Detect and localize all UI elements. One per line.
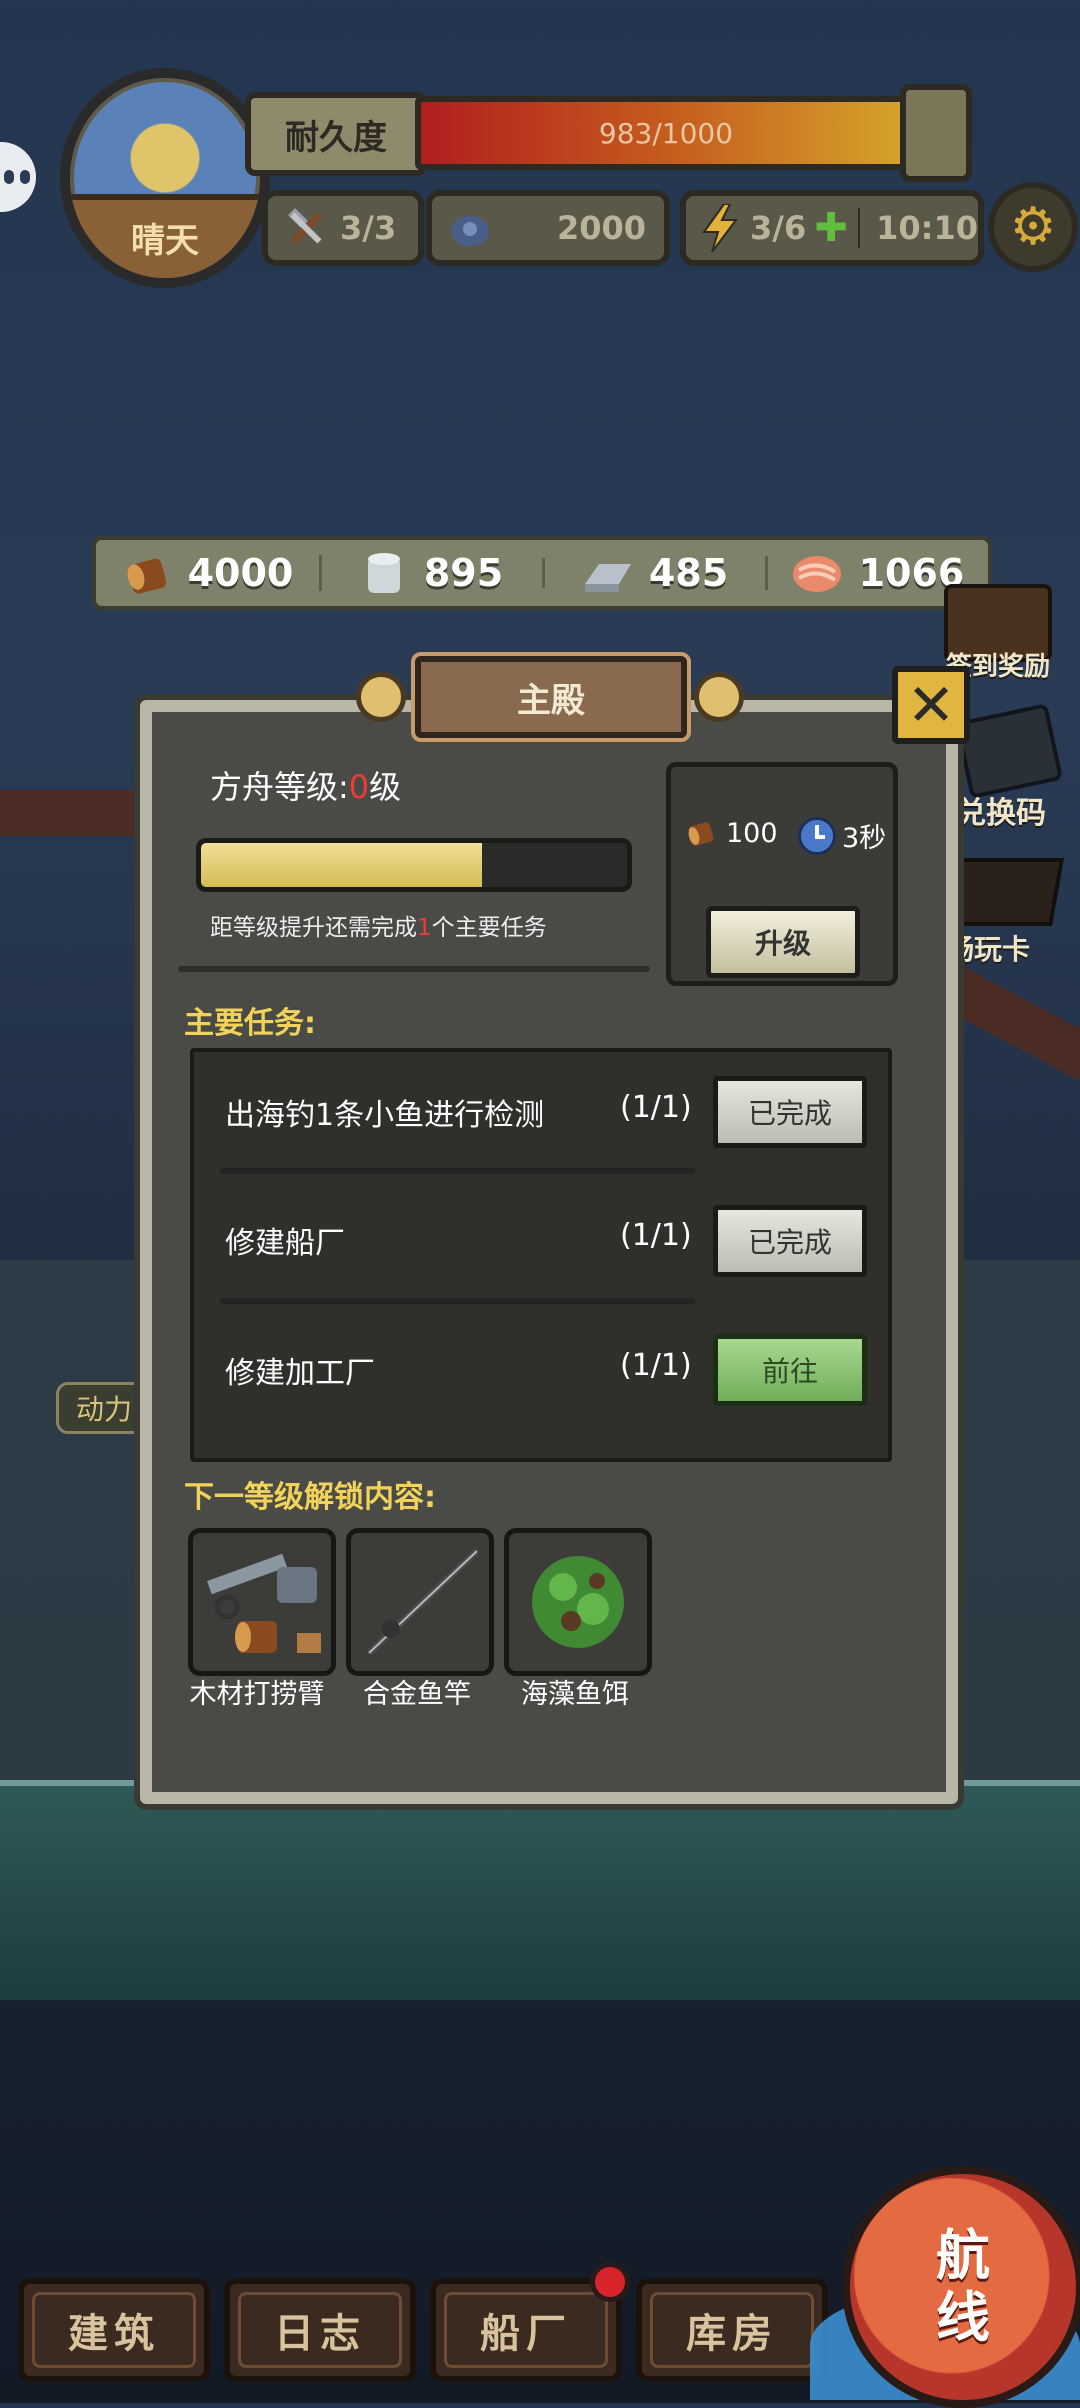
resource-wood-value: 4000	[187, 551, 294, 595]
wood-log-icon	[688, 822, 714, 846]
hint-prefix: 距等级提升还需完成	[210, 915, 417, 941]
unlock-title: 下一等级解锁内容:	[184, 1480, 436, 1515]
title-knob-left	[356, 672, 406, 722]
resource-iron-value: 485	[648, 551, 729, 595]
resource-iron: 485	[542, 550, 765, 596]
upgrade-button[interactable]: 升级	[706, 906, 860, 978]
coin-stat: 2000	[426, 190, 670, 266]
chat-icon[interactable]	[0, 142, 36, 212]
weather-dial[interactable]: 晴天	[60, 68, 270, 288]
fish-meat-icon	[792, 556, 841, 592]
redeem-code-label[interactable]: 兑换码	[956, 788, 1046, 832]
level-progress-fill	[201, 843, 483, 887]
task-separator	[220, 1168, 695, 1174]
task-3-count: (1/1)	[620, 1348, 692, 1383]
seaweed-bait-icon[interactable]	[504, 1528, 652, 1676]
panel-title: 主殿	[411, 652, 691, 742]
task-1-completed-button[interactable]: 已完成	[713, 1076, 867, 1148]
main-tasks-title: 主要任务:	[184, 1006, 316, 1041]
sail-route-button[interactable]: 航 线	[842, 2166, 1080, 2408]
iron-ingot-icon	[584, 564, 631, 592]
energy-count: 3/6	[750, 209, 807, 247]
pass-card-icon[interactable]	[944, 858, 1064, 926]
play-pass-label[interactable]: 畅玩卡	[946, 928, 1030, 968]
nav-build-button[interactable]: 建筑	[18, 2278, 210, 2382]
hint-suffix: 个主要任务	[431, 915, 547, 941]
power-label[interactable]: 动力	[56, 1382, 152, 1434]
task-3-go-button[interactable]: 前往	[713, 1334, 867, 1406]
panel-divider	[178, 966, 650, 972]
hammer-count: 3/3	[340, 209, 397, 247]
energy-timer: 10:10	[876, 209, 978, 247]
clock-icon	[798, 816, 836, 855]
unlock-1-label: 木材打捞臂	[189, 1679, 325, 1710]
upgrade-time: 3秒	[798, 816, 886, 855]
resource-plank: 895	[319, 547, 542, 599]
ark-level-value: 0	[348, 768, 370, 806]
ship-beam	[0, 790, 150, 836]
sail-label-2: 线	[936, 2286, 990, 2349]
coin-count: 2000	[556, 209, 646, 247]
energy-divider	[857, 208, 861, 248]
energy-stat: 3/6 ✚ 10:10	[680, 190, 984, 266]
upgrade-time-value: 3秒	[842, 823, 887, 854]
resource-plank-value: 895	[423, 551, 504, 595]
task-2-name: 修建船厂	[225, 1226, 345, 1261]
coin-bag-icon	[446, 204, 494, 252]
task-2-count: (1/1)	[620, 1218, 692, 1253]
wood-log-icon	[127, 558, 166, 594]
task-2-completed-button[interactable]: 已完成	[713, 1205, 867, 1277]
settings-gear-icon[interactable]: ⚙	[988, 182, 1078, 272]
title-knob-right	[694, 672, 744, 722]
wood-plank-icon	[367, 553, 400, 593]
durability-bar-cap	[900, 84, 972, 182]
unlock-3-label: 海藻鱼饵	[521, 1679, 629, 1710]
add-energy-icon[interactable]: ✚	[814, 205, 848, 251]
sea-water	[0, 1780, 1080, 2000]
durability-bar: 983/1000	[415, 96, 917, 170]
durability-label: 耐久度	[245, 92, 427, 176]
hammer-wrench-icon	[282, 204, 330, 252]
ark-level-prefix: 方舟等级:	[210, 768, 349, 806]
task-1-name: 出海钓1条小鱼进行检测	[225, 1098, 545, 1133]
task-separator	[220, 1298, 695, 1304]
nav-storage-button[interactable]: 库房	[636, 2278, 828, 2382]
fishing-rod-icon[interactable]	[346, 1528, 494, 1676]
level-up-hint: 距等级提升还需完成1个主要任务	[210, 908, 547, 942]
task-1-count: (1/1)	[620, 1090, 692, 1125]
task-3-name: 修建加工厂	[225, 1356, 375, 1391]
redeem-ticket-icon[interactable]	[954, 703, 1064, 799]
notification-dot	[590, 2262, 630, 2302]
ark-level: 方舟等级:0级	[210, 762, 401, 808]
hammer-stat: 3/3	[262, 190, 424, 266]
weather-label: 晴天	[131, 221, 199, 261]
upgrade-cost: 100	[684, 816, 778, 850]
upgrade-cost-value: 100	[726, 817, 778, 849]
sail-label-1: 航	[936, 2224, 990, 2287]
lightning-icon	[700, 204, 740, 252]
unlock-2-label: 合金鱼竿	[363, 1679, 471, 1710]
close-button[interactable]: ✕	[892, 666, 970, 744]
resource-wood: 4000	[96, 547, 319, 599]
level-progress-bar	[196, 838, 632, 892]
nav-log-button[interactable]: 日志	[224, 2278, 416, 2382]
salvage-arm-icon[interactable]	[188, 1528, 336, 1676]
ark-level-suffix: 级	[369, 768, 402, 806]
resource-bar: 4000 895 485 1066	[92, 536, 992, 610]
hint-count: 1	[417, 915, 432, 941]
